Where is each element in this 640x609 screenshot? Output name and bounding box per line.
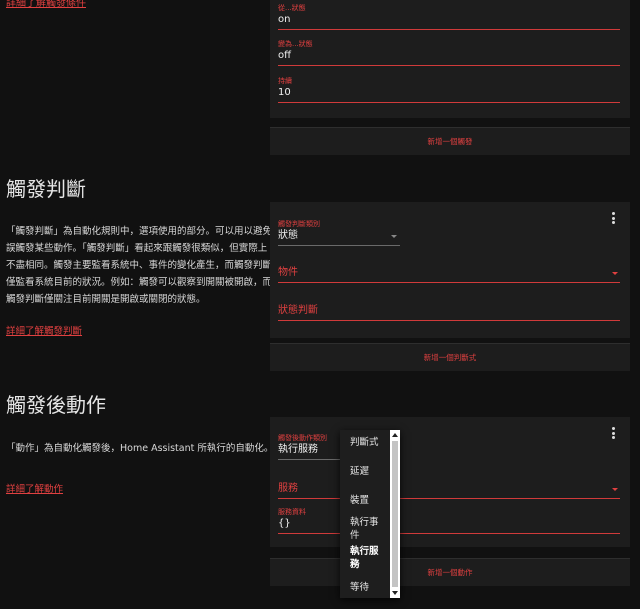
actions-title: 觸發後動作 [6, 393, 106, 417]
add-trigger-button[interactable]: 新增一個觸發 [270, 136, 630, 147]
add-trigger-bar: 新增一個觸發 [270, 127, 630, 155]
chevron-down-icon [612, 488, 618, 491]
from-state-field[interactable]: 從...狀態 on [278, 4, 620, 30]
chevron-down-icon [612, 272, 618, 275]
state-placeholder: 狀態判斷 [278, 304, 620, 321]
state-input-field[interactable]: 狀態判斷 [278, 304, 620, 321]
more-options-icon[interactable] [608, 427, 618, 439]
action-type-dropdown[interactable]: 判斷式 延遲 裝置 執行事件 執行服務 等待 [340, 430, 400, 598]
condition-card: 觸發判斷類別 狀態 物件 狀態判斷 [270, 202, 630, 338]
to-state-input[interactable]: off [278, 49, 620, 66]
service-data-field[interactable]: 服務資料 {} [278, 508, 620, 534]
actions-description: 「動作」為自動化觸發後，Home Assistant 所執行的自動化。 [6, 443, 274, 454]
add-condition-button[interactable]: 新增一個判斷式 [270, 352, 630, 363]
condition-type-value: 狀態 [278, 229, 400, 246]
learn-more-actions-link[interactable]: 詳細了解動作 [6, 481, 63, 495]
add-action-button[interactable]: 新增一個動作 [270, 567, 630, 578]
add-condition-bar: 新增一個判斷式 [270, 343, 630, 371]
condition-type-label: 觸發判斷類別 [278, 220, 320, 228]
entity-select[interactable]: 物件 [278, 266, 620, 283]
menu-item-device[interactable]: 裝置 [350, 494, 386, 507]
chevron-down-icon [391, 235, 397, 238]
to-state-label: 變為...狀態 [278, 40, 313, 48]
dropdown-scrollbar[interactable] [390, 430, 400, 598]
menu-item-delay[interactable]: 延遲 [350, 465, 386, 478]
for-field[interactable]: 持續 10 [278, 77, 620, 103]
conditions-title: 觸發判斷 [6, 177, 86, 201]
to-state-field[interactable]: 變為...狀態 off [278, 40, 620, 66]
scroll-up-icon[interactable] [392, 433, 398, 437]
for-input[interactable]: 10 [278, 86, 620, 103]
action-type-select[interactable]: 觸發後動作類別 執行服務 [278, 434, 340, 460]
add-action-bar: 新增一個動作 [270, 558, 630, 586]
action-type-value: 執行服務 [278, 443, 340, 460]
entity-placeholder: 物件 [278, 266, 620, 283]
service-placeholder: 服務 [278, 482, 620, 499]
scrollbar-thumb[interactable] [392, 441, 398, 587]
menu-item-fire-event[interactable]: 執行事件 [350, 516, 386, 542]
conditions-description: 「觸發判斷」為自動化規則中，選項使用的部分。可以用以避免誤觸發某些動作。「觸發判… [6, 226, 273, 305]
menu-item-condition[interactable]: 判斷式 [350, 436, 386, 449]
learn-more-triggers-link[interactable]: 詳細了解觸發條件 [6, 0, 86, 9]
from-state-input[interactable]: on [278, 13, 620, 30]
service-data-input[interactable]: {} [278, 517, 620, 534]
more-options-icon[interactable] [608, 212, 618, 224]
trigger-card: 從...狀態 on 變為...狀態 off 持續 10 [270, 0, 630, 118]
from-state-label: 從...狀態 [278, 4, 306, 12]
menu-item-call-service[interactable]: 執行服務 [350, 545, 386, 571]
menu-item-wait[interactable]: 等待 [350, 581, 386, 594]
action-card: 觸發後動作類別 執行服務 服務 服務資料 {} [270, 417, 630, 547]
action-type-label: 觸發後動作類別 [278, 434, 327, 442]
learn-more-conditions-link[interactable]: 詳細了解觸發判斷 [6, 323, 82, 337]
scroll-down-icon[interactable] [392, 591, 398, 595]
condition-type-select[interactable]: 觸發判斷類別 狀態 [278, 220, 400, 246]
service-data-label: 服務資料 [278, 508, 306, 516]
service-select[interactable]: 服務 [278, 482, 620, 499]
for-label: 持續 [278, 77, 292, 85]
